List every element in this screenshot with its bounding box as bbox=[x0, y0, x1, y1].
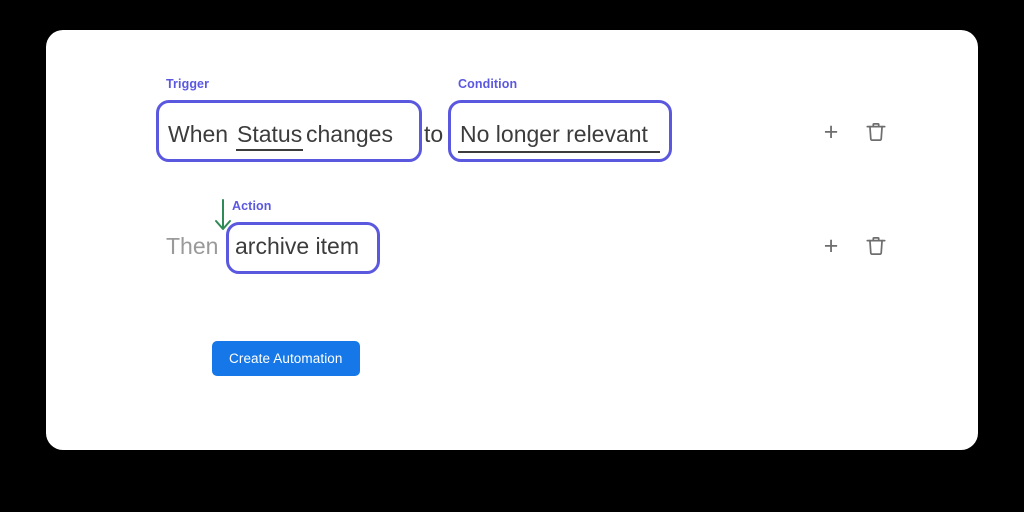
action-field-label: Action bbox=[232, 199, 272, 213]
condition-field-label: Condition bbox=[458, 77, 518, 91]
condition-value-token[interactable]: No longer relevant bbox=[460, 123, 648, 146]
trigger-field-label: Trigger bbox=[166, 77, 210, 91]
action-value-token[interactable]: archive item bbox=[235, 235, 359, 258]
action-prefix-text: Then bbox=[166, 233, 219, 259]
add-action-button-row-2[interactable]: + bbox=[818, 233, 844, 259]
delete-rule-button-row-2[interactable] bbox=[863, 233, 889, 259]
create-automation-button[interactable]: Create Automation bbox=[212, 341, 360, 376]
delete-rule-button-row-1[interactable] bbox=[863, 119, 889, 145]
trigger-property-underline bbox=[236, 149, 303, 151]
trash-icon bbox=[866, 123, 886, 141]
trigger-suffix-text: changes bbox=[306, 121, 393, 147]
automation-builder-card: Trigger When Status changes to Condition… bbox=[46, 30, 978, 450]
add-condition-button-row-1[interactable]: + bbox=[818, 119, 844, 145]
trash-icon bbox=[866, 237, 886, 255]
trigger-property-token[interactable]: Status bbox=[237, 123, 302, 146]
condition-value-underline bbox=[458, 151, 660, 153]
trigger-prefix-text: When bbox=[168, 121, 229, 147]
screenshot-canvas: Trigger When Status changes to Condition… bbox=[0, 0, 1024, 512]
trigger-condition-connector: to bbox=[424, 121, 444, 147]
